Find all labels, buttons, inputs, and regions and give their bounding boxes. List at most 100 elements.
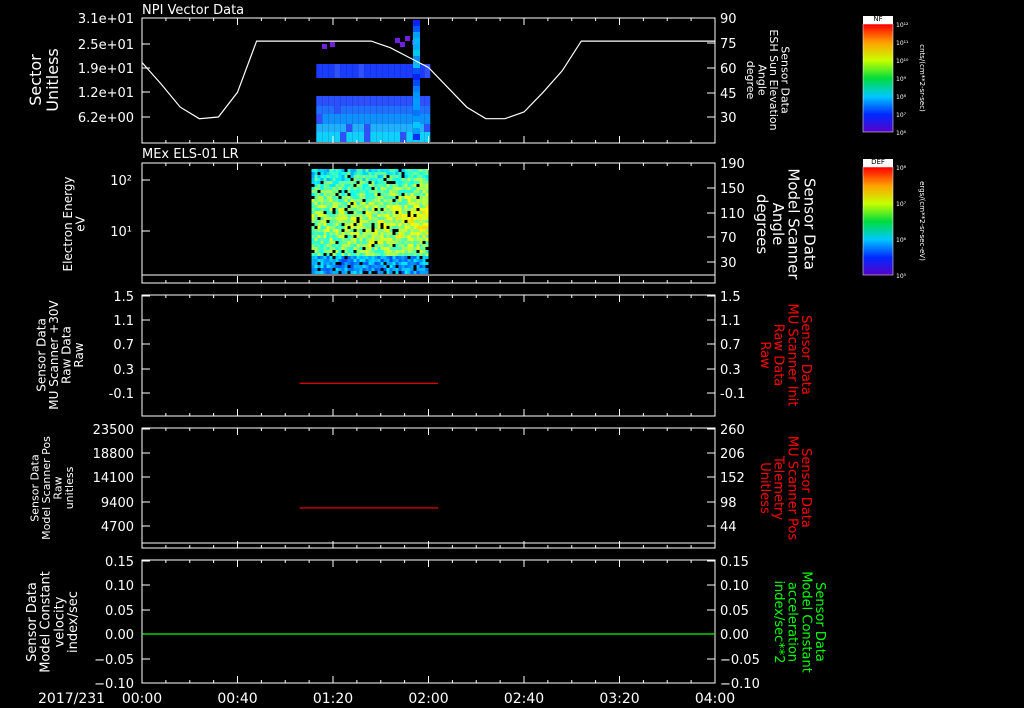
heatmap2-cell	[377, 265, 381, 268]
colorbar1-strip	[863, 31, 893, 32]
y-tick-label: 14100	[93, 471, 134, 486]
heatmap2-cell	[419, 178, 423, 181]
heatmap2-cell	[329, 190, 333, 193]
heatmap2-cell	[410, 226, 414, 229]
heatmap2-cell	[335, 214, 339, 217]
colorbar2-strip	[863, 244, 893, 245]
heatmap2-cell	[374, 184, 378, 187]
heatmap2-cell	[383, 211, 387, 214]
heatmap2-cell	[380, 256, 384, 259]
heatmap2-cell	[317, 202, 321, 205]
heatmap2-cell	[344, 172, 348, 175]
heatmap2-cell	[395, 211, 399, 214]
heatmap2-cell	[326, 178, 330, 181]
heatmap2-cell	[395, 202, 399, 205]
heatmap2-cell	[416, 256, 420, 259]
heatmap1-cell	[382, 114, 389, 124]
heatmap2-cell	[320, 256, 324, 259]
heatmap2-cell	[368, 244, 372, 247]
heatmap2-cell	[320, 196, 324, 199]
heatmap2-cell	[374, 199, 378, 202]
heatmap2-cell	[350, 235, 354, 238]
heatmap2-cell	[422, 220, 426, 223]
heatmap2-cell	[353, 187, 357, 190]
heatmap2-cell	[350, 187, 354, 190]
heatmap2-cell	[419, 229, 423, 232]
heatmap2-cell	[323, 232, 327, 235]
heatmap2-cell	[362, 247, 366, 250]
heatmap2-cell	[365, 256, 369, 259]
heatmap1-cell	[358, 106, 365, 114]
heatmap2-cell	[425, 262, 429, 265]
heatmap2-cell	[320, 220, 324, 223]
heatmap2-cell	[365, 238, 369, 241]
panel2-heatmap	[311, 169, 429, 274]
panel2-ylabel: Electron EnergyeV	[61, 176, 88, 271]
heatmap2-cell	[425, 202, 429, 205]
heatmap2-cell	[311, 178, 315, 181]
heatmap2-cell	[314, 265, 318, 268]
heatmap2-cell	[314, 268, 318, 271]
heatmap2-cell	[323, 178, 327, 181]
heatmap2-cell	[350, 199, 354, 202]
heatmap2-cell	[413, 250, 417, 253]
colorbar1-strip	[863, 111, 893, 112]
heatmap2-cell	[356, 175, 360, 178]
colorbar2-strip	[863, 225, 893, 226]
heatmap2-cell	[377, 208, 381, 211]
heatmap2-cell	[395, 238, 399, 241]
heatmap2-cell	[311, 271, 315, 274]
heatmap2-cell	[395, 262, 399, 265]
heatmap2-cell	[317, 193, 321, 196]
heatmap2-cell	[386, 262, 390, 265]
heatmap2-cell	[365, 271, 369, 274]
heatmap2-cell	[362, 193, 366, 196]
heatmap2-cell	[356, 217, 360, 220]
heatmap2-cell	[386, 256, 390, 259]
heatmap2-cell	[389, 187, 393, 190]
heatmap2-cell	[419, 241, 423, 244]
heatmap1-cell	[322, 132, 329, 142]
heatmap2-cell	[338, 193, 342, 196]
y-tick-label: 18800	[93, 447, 134, 462]
heatmap2-cell	[371, 223, 375, 226]
heatmap2-cell	[329, 226, 333, 229]
heatmap2-cell	[353, 262, 357, 265]
heatmap2-cell	[317, 262, 321, 265]
heatmap2-cell	[395, 205, 399, 208]
heatmap2-cell	[347, 172, 351, 175]
heatmap2-cell	[383, 178, 387, 181]
heatmap1-cell	[358, 64, 365, 78]
heatmap2-cell	[329, 208, 333, 211]
heatmap2-cell	[407, 262, 411, 265]
heatmap2-cell	[386, 205, 390, 208]
heatmap2-cell	[365, 199, 369, 202]
heatmap2-cell	[413, 253, 417, 256]
heatmap2-cell	[338, 268, 342, 271]
heatmap2-cell	[425, 259, 429, 262]
heatmap2-cell	[404, 220, 408, 223]
heatmap2-cell	[338, 172, 342, 175]
heatmap2-cell	[314, 220, 318, 223]
colorbar2-strip	[863, 206, 893, 207]
heatmap2-cell	[332, 202, 336, 205]
heatmap2-cell	[374, 220, 378, 223]
heatmap1-cell	[364, 124, 371, 132]
heatmap2-cell	[353, 193, 357, 196]
heatmap2-cell	[413, 262, 417, 265]
heatmap2-cell	[374, 244, 378, 247]
heatmap2-cell	[380, 178, 384, 181]
heatmap2-cell	[350, 196, 354, 199]
panel1-ylabel-line: Unitless	[43, 48, 62, 112]
heatmap2-cell	[344, 247, 348, 250]
heatmap2-cell	[317, 256, 321, 259]
heatmap2-cell	[416, 250, 420, 253]
heatmap2-cell	[344, 238, 348, 241]
heatmap2-cell	[311, 175, 315, 178]
heatmap2-cell	[314, 181, 318, 184]
y-tick-label: −0.10	[720, 677, 760, 692]
heatmap2-cell	[335, 235, 339, 238]
heatmap2-cell	[416, 196, 420, 199]
heatmap2-cell	[401, 178, 405, 181]
heatmap2-cell	[371, 250, 375, 253]
